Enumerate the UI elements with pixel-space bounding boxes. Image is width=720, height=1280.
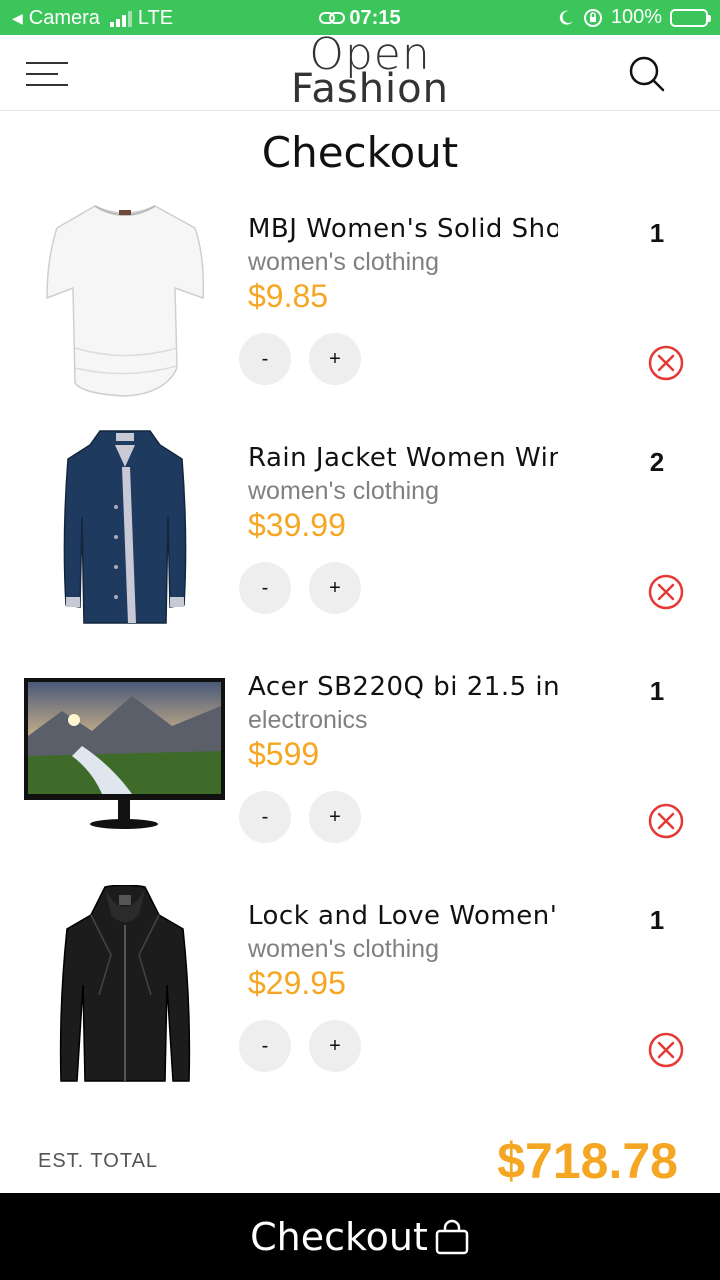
- remove-item-icon[interactable]: [647, 802, 685, 840]
- cart-item: Acer SB220Q bi 21.5 inches Full HD elect…: [0, 656, 720, 866]
- logo: Open Fashion: [260, 33, 480, 112]
- increase-quantity-button[interactable]: +: [309, 791, 361, 843]
- decrease-quantity-button[interactable]: -: [239, 791, 291, 843]
- product-category: women's clothing: [248, 248, 439, 276]
- product-name[interactable]: Lock and Love Women's Removable Hooded F…: [248, 901, 558, 931]
- quantity-value: 1: [649, 676, 665, 706]
- product-category: electronics: [248, 706, 368, 734]
- white-tshirt-image: [45, 205, 204, 397]
- cart-item: MBJ Women's Solid Short Sleeve Boat Neck…: [0, 198, 720, 408]
- black-leather-jacket-image: [59, 885, 190, 1082]
- checkout-button[interactable]: Checkout: [0, 1193, 720, 1280]
- product-name[interactable]: Rain Jacket Women Windbreaker Striped Cl…: [248, 443, 558, 473]
- decrease-quantity-button[interactable]: -: [239, 562, 291, 614]
- decrease-quantity-button[interactable]: -: [239, 333, 291, 385]
- status-time: 07:15: [349, 7, 401, 29]
- decrease-quantity-button[interactable]: -: [239, 1020, 291, 1072]
- increase-quantity-button[interactable]: +: [309, 333, 361, 385]
- estimated-total-label: EST. TOTAL: [38, 1150, 159, 1172]
- battery-icon: [670, 8, 711, 27]
- search-icon[interactable]: [628, 55, 666, 93]
- product-image[interactable]: [22, 885, 227, 1085]
- product-name[interactable]: MBJ Women's Solid Short Sleeve Boat Neck…: [248, 214, 558, 244]
- battery-label: 100%: [610, 6, 662, 28]
- product-price: $39.99: [248, 507, 346, 543]
- rotation-lock-icon: [583, 8, 602, 27]
- navy-raincoat-image: [63, 430, 186, 624]
- estimated-total-value: $718.78: [497, 1133, 678, 1189]
- cart-item: Lock and Love Women's Removable Hooded F…: [0, 885, 720, 1095]
- menu-icon[interactable]: [26, 59, 68, 89]
- quantity-value: 1: [649, 905, 665, 935]
- cart-item: Rain Jacket Women Windbreaker Striped Cl…: [0, 427, 720, 637]
- link-icon: [319, 12, 346, 24]
- product-image[interactable]: [22, 656, 227, 856]
- product-price: $9.85: [248, 278, 329, 314]
- product-name[interactable]: Acer SB220Q bi 21.5 inches Full HD: [248, 672, 558, 702]
- product-image[interactable]: [22, 198, 227, 398]
- product-price: $599: [248, 736, 320, 772]
- product-price: $29.95: [248, 965, 346, 1001]
- increase-quantity-button[interactable]: +: [309, 1020, 361, 1072]
- app-header: Open Fashion: [0, 33, 720, 112]
- quantity-value: 1: [649, 218, 665, 248]
- remove-item-icon[interactable]: [647, 344, 685, 382]
- remove-item-icon[interactable]: [647, 1031, 685, 1069]
- logo-line2: Fashion: [291, 66, 449, 112]
- increase-quantity-button[interactable]: +: [309, 562, 361, 614]
- monitor-image: [24, 678, 225, 829]
- shopping-bag-icon: [435, 1219, 469, 1254]
- product-image[interactable]: [22, 427, 227, 627]
- remove-item-icon[interactable]: [647, 573, 685, 611]
- page-title: Checkout: [261, 128, 459, 177]
- moon-icon: [559, 10, 573, 25]
- product-category: women's clothing: [248, 935, 439, 963]
- product-category: women's clothing: [248, 477, 439, 505]
- checkout-button-label: Checkout: [250, 1214, 428, 1259]
- status-right: 100%: [557, 6, 711, 29]
- quantity-value: 2: [649, 447, 665, 477]
